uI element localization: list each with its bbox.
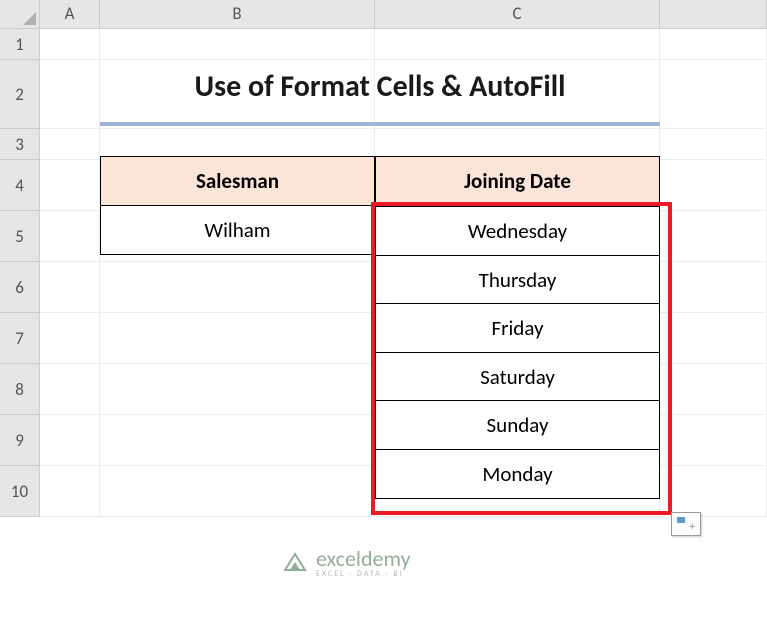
col-header-c[interactable]: C xyxy=(375,0,660,29)
cell-blank-4 xyxy=(660,160,767,211)
td-day-thursday[interactable]: Thursday xyxy=(375,255,660,305)
row-header-2[interactable]: 2 xyxy=(0,60,40,129)
row-header-5[interactable]: 5 xyxy=(0,211,40,262)
autofill-icon xyxy=(677,517,695,531)
cell-a2[interactable] xyxy=(40,60,100,129)
col-header-a[interactable]: A xyxy=(40,0,100,29)
th-salesman[interactable]: Salesman xyxy=(100,156,375,206)
td-salesman-wilham[interactable]: Wilham xyxy=(100,205,375,255)
cell-blank-2 xyxy=(660,60,767,129)
watermark: exceldemy EXCEL · DATA · BI xyxy=(280,548,411,578)
cell-blank-9 xyxy=(660,415,767,466)
row-header-6[interactable]: 6 xyxy=(0,262,40,313)
td-day-monday[interactable]: Monday xyxy=(375,449,660,499)
td-day-friday[interactable]: Friday xyxy=(375,303,660,353)
watermark-main-text: exceldemy xyxy=(316,548,411,570)
cell-a10[interactable] xyxy=(40,466,100,517)
autofill-options-button[interactable] xyxy=(671,512,701,536)
days-column: Wednesday Thursday Friday Saturday Sunda… xyxy=(375,206,660,499)
cell-blank-6 xyxy=(660,262,767,313)
cell-a7[interactable] xyxy=(40,313,100,364)
td-day-saturday[interactable]: Saturday xyxy=(375,352,660,402)
cell-a6[interactable] xyxy=(40,262,100,313)
cell-blank-1 xyxy=(660,29,767,60)
cell-b1[interactable] xyxy=(100,29,375,60)
watermark-sub-text: EXCEL · DATA · BI xyxy=(316,570,411,578)
cell-a5[interactable] xyxy=(40,211,100,262)
cell-c1[interactable] xyxy=(375,29,660,60)
cell-b6[interactable] xyxy=(100,262,375,313)
cell-blank-5 xyxy=(660,211,767,262)
td-day-sunday[interactable]: Sunday xyxy=(375,400,660,450)
row-header-9[interactable]: 9 xyxy=(0,415,40,466)
cell-a9[interactable] xyxy=(40,415,100,466)
row-header-4[interactable]: 4 xyxy=(0,160,40,211)
cell-blank-8 xyxy=(660,364,767,415)
th-joining-date[interactable]: Joining Date xyxy=(375,156,660,206)
page-title: Use of Format Cells & AutoFill xyxy=(100,58,660,126)
col-header-b[interactable]: B xyxy=(100,0,375,29)
cell-blank-7 xyxy=(660,313,767,364)
cell-a4[interactable] xyxy=(40,160,100,211)
watermark-logo-icon xyxy=(280,548,310,578)
cell-b7[interactable] xyxy=(100,313,375,364)
cell-b8[interactable] xyxy=(100,364,375,415)
select-all-corner[interactable] xyxy=(0,0,40,29)
row-header-7[interactable]: 7 xyxy=(0,313,40,364)
cell-a3[interactable] xyxy=(40,129,100,160)
col-header-blank xyxy=(660,0,767,29)
row-header-8[interactable]: 8 xyxy=(0,364,40,415)
cell-blank-10 xyxy=(660,466,767,517)
corner-triangle-icon xyxy=(23,12,36,25)
cell-a8[interactable] xyxy=(40,364,100,415)
row-header-1[interactable]: 1 xyxy=(0,29,40,60)
row-header-10[interactable]: 10 xyxy=(0,466,40,517)
cell-a1[interactable] xyxy=(40,29,100,60)
cell-b10[interactable] xyxy=(100,466,375,517)
row-header-3[interactable]: 3 xyxy=(0,129,40,160)
cell-b9[interactable] xyxy=(100,415,375,466)
cell-blank-3 xyxy=(660,129,767,160)
td-day-wednesday[interactable]: Wednesday xyxy=(375,206,660,256)
